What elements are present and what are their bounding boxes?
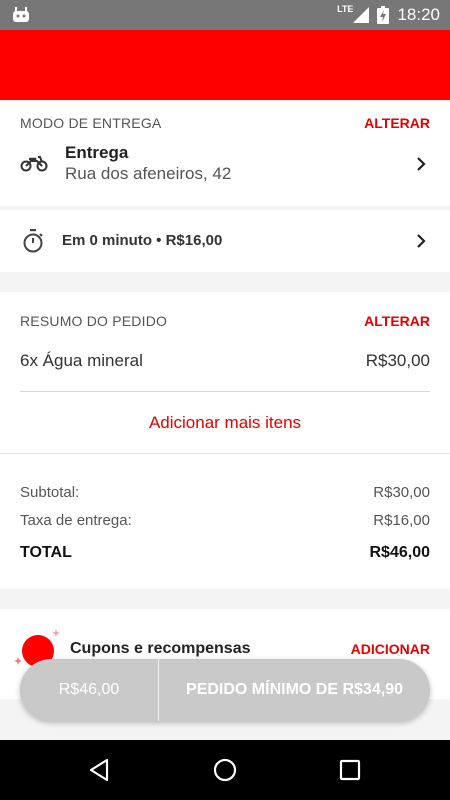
coupons-title: Cupons e recompensas: [70, 640, 251, 657]
status-bar: LTE 18:20: [0, 0, 450, 30]
clock: 18:20: [397, 5, 440, 24]
change-order-button[interactable]: ALTERAR: [364, 313, 430, 329]
nav-home-icon[interactable]: [213, 758, 237, 782]
divider: [20, 391, 430, 392]
checkout-label: PEDIDO MÍNIMO DE R$34,90: [186, 681, 403, 698]
delivery-fee-value: R$16,00: [373, 512, 430, 529]
timer-icon: [23, 229, 43, 253]
order-summary-card: RESUMO DO PEDIDO ALTERAR 6x Água mineral…: [0, 292, 450, 453]
total-row: TOTAL R$46,00: [20, 544, 430, 562]
app-header: [0, 30, 450, 100]
checkout-button[interactable]: R$46,00 PEDIDO MÍNIMO DE R$34,90: [20, 659, 430, 721]
nav-back-icon[interactable]: [88, 758, 112, 782]
order-item-price: R$30,00: [365, 351, 430, 370]
delivery-fee-row: Taxa de entrega: R$16,00: [20, 512, 430, 529]
delivery-fee-label: Taxa de entrega:: [20, 512, 132, 529]
subtotal-row: Subtotal: R$30,00: [20, 484, 430, 501]
change-delivery-button[interactable]: ALTERAR: [364, 115, 430, 131]
delivery-mode-card[interactable]: MODO DE ENTREGA ALTERAR Entrega Rua dos …: [0, 100, 450, 206]
order-content: MODO DE ENTREGA ALTERAR Entrega Rua dos …: [0, 100, 450, 740]
subtotal-value: R$30,00: [373, 484, 430, 501]
battery-charging-icon: [377, 6, 390, 24]
delivery-mode-label: MODO DE ENTREGA: [20, 115, 162, 131]
delivery-address: Rua dos afeneiros, 42: [65, 164, 232, 183]
signal-icon: [353, 7, 370, 23]
network-type: LTE: [337, 4, 354, 14]
add-coupon-button[interactable]: ADICIONAR: [351, 641, 430, 657]
delivery-time-row[interactable]: Em 0 minuto • R$16,00: [0, 210, 450, 272]
total-value: R$46,00: [369, 544, 431, 561]
add-more-items-link[interactable]: Adicionar mais itens: [0, 413, 450, 433]
order-item-name: 6x Água mineral: [20, 351, 143, 370]
order-summary-label: RESUMO DO PEDIDO: [20, 313, 168, 329]
delivery-mode-title: Entrega: [65, 143, 129, 162]
subtotal-label: Subtotal:: [20, 484, 80, 501]
chevron-right-icon: [417, 234, 426, 248]
system-nav-bar: [0, 740, 450, 800]
chevron-right-icon: [417, 157, 426, 171]
total-label: TOTAL: [20, 544, 72, 561]
motorcycle-icon: [20, 156, 48, 172]
nav-recents-icon[interactable]: [338, 758, 362, 782]
android-notification-icon: [13, 7, 29, 22]
totals-card: Subtotal: R$30,00 Taxa de entrega: R$16,…: [0, 453, 450, 589]
delivery-time-fee: Em 0 minuto • R$16,00: [62, 232, 223, 249]
checkout-price: R$46,00: [58, 681, 120, 698]
